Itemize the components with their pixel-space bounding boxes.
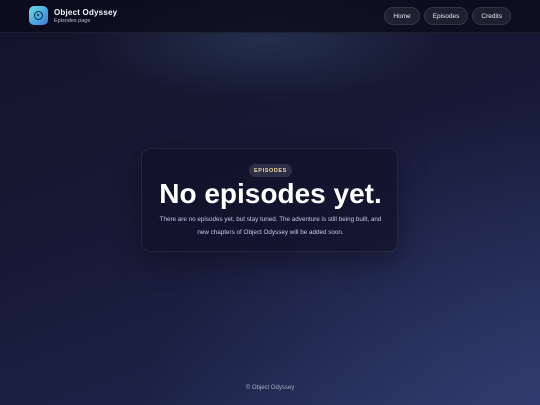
page-heading: No episodes yet. (159, 178, 382, 209)
nav-home-button[interactable]: Home (384, 7, 420, 25)
logo-ring (34, 11, 43, 20)
page-subtitle: Episodes page (54, 18, 91, 24)
app-title[interactable]: Object Odyssey (54, 8, 117, 17)
nav-episodes-button[interactable]: Episodes (423, 7, 469, 25)
empty-state-card: EPISODES No episodes yet. There are no e… (141, 148, 398, 252)
site-header: Object Odyssey Episodes page Home Episod… (0, 0, 540, 33)
footer-copyright: © Object Odyssey (245, 385, 295, 391)
nav-credits-button[interactable]: Credits (472, 7, 511, 25)
main-nav: Home Episodes Credits (384, 7, 511, 25)
section-badge: EPISODES (249, 164, 292, 177)
target-icon[interactable] (29, 6, 48, 25)
empty-state-description: There are no episodes yet, but stay tune… (159, 216, 382, 236)
